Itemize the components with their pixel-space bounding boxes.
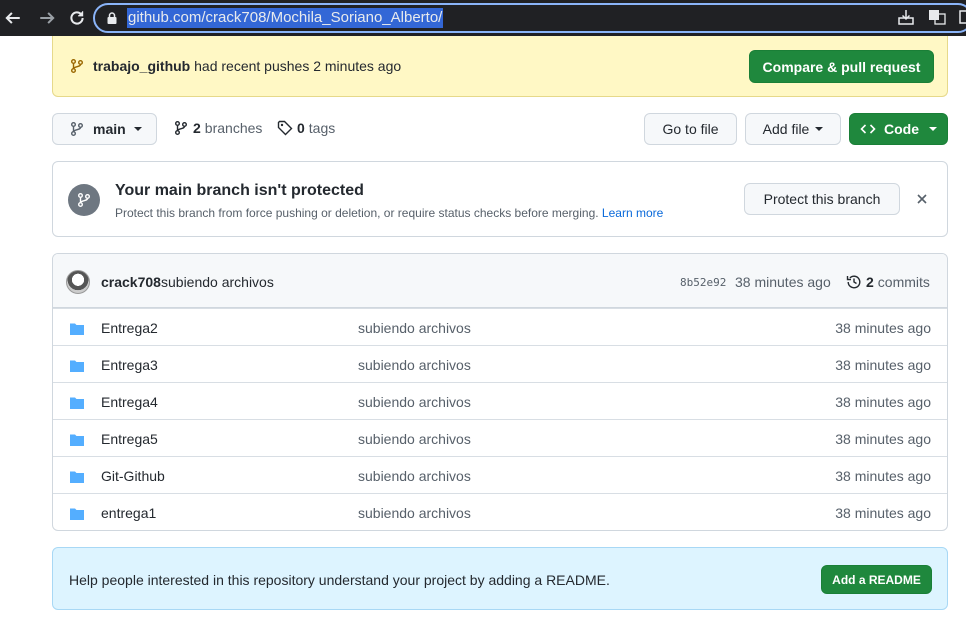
file-name[interactable]: Entrega2 (101, 320, 158, 336)
add-readme-button[interactable]: Add a README (821, 565, 932, 594)
commits-count: 2 (866, 274, 874, 290)
history-icon (846, 275, 861, 289)
folder-icon (70, 434, 84, 446)
push-banner-text: had recent pushes 2 minutes ago (194, 58, 402, 74)
table-row[interactable]: Entrega5 subiendo archivos 38 minutes ag… (53, 419, 947, 456)
learn-more-link[interactable]: Learn more (602, 206, 663, 220)
file-listing: crack708 subiendo archivos 8b52e92 38 mi… (52, 253, 948, 531)
table-row[interactable]: entrega1 subiendo archivos 38 minutes ag… (53, 493, 947, 530)
protect-title: Your main branch isn't protected (115, 182, 364, 199)
protect-branch-button[interactable]: Protect this branch (744, 183, 900, 215)
tags-link[interactable]: 0 tags (277, 120, 335, 136)
commits-label: commits (877, 274, 930, 290)
reload-button[interactable] (64, 0, 90, 36)
git-branch-icon (78, 193, 90, 207)
folder-icon (70, 508, 84, 520)
folder-icon (70, 360, 84, 372)
branch-select-button[interactable]: main (52, 113, 157, 145)
commit-time: 38 minutes ago (735, 274, 831, 290)
file-name[interactable]: Entrega3 (101, 357, 158, 373)
chevron-down-icon (815, 127, 824, 131)
file-name[interactable]: Entrega4 (101, 394, 158, 410)
git-branch-icon (175, 121, 187, 135)
file-name[interactable]: entrega1 (101, 505, 156, 521)
chevron-down-icon (133, 127, 142, 131)
tags-label: tags (308, 120, 336, 136)
commit-sha[interactable]: 8b52e92 (680, 276, 726, 289)
git-branch-icon (71, 122, 83, 136)
forward-button[interactable] (34, 0, 60, 36)
branches-count: 2 (193, 120, 201, 136)
branches-label: branches (204, 120, 263, 136)
avatar[interactable] (66, 270, 90, 294)
translate-icon[interactable] (928, 8, 946, 26)
commit-message[interactable]: subiendo archivos (161, 274, 274, 290)
file-commit-time: 38 minutes ago (835, 468, 931, 484)
code-button[interactable]: Code (849, 113, 948, 145)
browser-toolbar: github.com/crack708/Mochila_Soriano_Albe… (0, 0, 966, 36)
tags-count: 0 (297, 120, 305, 136)
branches-link[interactable]: 2 branches (173, 120, 262, 136)
add-file-label: Add file (762, 121, 810, 137)
code-icon (860, 124, 876, 134)
pushed-branch-name[interactable]: trabajo_github (93, 58, 190, 74)
file-name[interactable]: Git-Github (101, 468, 165, 484)
branch-select-label: main (93, 121, 126, 137)
lock-icon (107, 12, 117, 24)
extension-icon[interactable] (958, 8, 966, 26)
table-row[interactable]: Entrega3 subiendo archivos 38 minutes ag… (53, 345, 947, 382)
readme-prompt: Help people interested in this repositor… (52, 547, 948, 610)
folder-icon (70, 323, 84, 335)
file-commit-message[interactable]: subiendo archivos (358, 505, 471, 521)
branch-protection-notice: Your main branch isn't protected Protect… (52, 161, 948, 237)
protect-description: Protect this branch from force pushing o… (115, 206, 599, 220)
arrow-left-icon (5, 12, 20, 24)
file-commit-time: 38 minutes ago (835, 505, 931, 521)
commit-author[interactable]: crack708 (101, 274, 161, 290)
file-commit-time: 38 minutes ago (835, 431, 931, 447)
reload-icon (70, 11, 84, 25)
chevron-down-icon (929, 127, 937, 131)
commits-history-link[interactable]: 2 commits (846, 274, 930, 290)
file-commit-time: 38 minutes ago (835, 357, 931, 373)
folder-icon (70, 397, 84, 409)
file-commit-time: 38 minutes ago (835, 394, 931, 410)
folder-icon (70, 471, 84, 483)
branch-protection-badge (68, 184, 100, 216)
file-commit-message[interactable]: subiendo archivos (358, 431, 471, 447)
table-row[interactable]: Entrega4 subiendo archivos 38 minutes ag… (53, 382, 947, 419)
file-commit-message[interactable]: subiendo archivos (358, 468, 471, 484)
add-file-button[interactable]: Add file (745, 113, 841, 145)
file-commit-time: 38 minutes ago (835, 320, 931, 336)
readme-prompt-text: Help people interested in this repositor… (69, 572, 610, 588)
address-bar[interactable]: github.com/crack708/Mochila_Soriano_Albe… (93, 3, 966, 33)
install-app-icon[interactable] (897, 8, 915, 26)
url-text: github.com/crack708/Mochila_Soriano_Albe… (127, 8, 444, 28)
go-to-file-button[interactable]: Go to file (644, 113, 737, 145)
recent-pushes-banner: trabajo_github had recent pushes 2 minut… (52, 36, 948, 97)
close-icon[interactable] (915, 192, 929, 206)
tag-icon (277, 120, 293, 136)
git-branch-icon (71, 59, 83, 73)
file-commit-message[interactable]: subiendo archivos (358, 357, 471, 373)
latest-commit-header: crack708 subiendo archivos 8b52e92 38 mi… (53, 254, 947, 308)
file-commit-message[interactable]: subiendo archivos (358, 320, 471, 336)
table-row[interactable]: Git-Github subiendo archivos 38 minutes … (53, 456, 947, 493)
code-label: Code (884, 121, 919, 137)
compare-pull-request-button[interactable]: Compare & pull request (749, 50, 934, 83)
arrow-right-icon (40, 12, 55, 24)
file-name[interactable]: Entrega5 (101, 431, 158, 447)
file-commit-message[interactable]: subiendo archivos (358, 394, 471, 410)
table-row[interactable]: Entrega2 subiendo archivos 38 minutes ag… (53, 308, 947, 345)
back-button[interactable] (0, 0, 26, 36)
